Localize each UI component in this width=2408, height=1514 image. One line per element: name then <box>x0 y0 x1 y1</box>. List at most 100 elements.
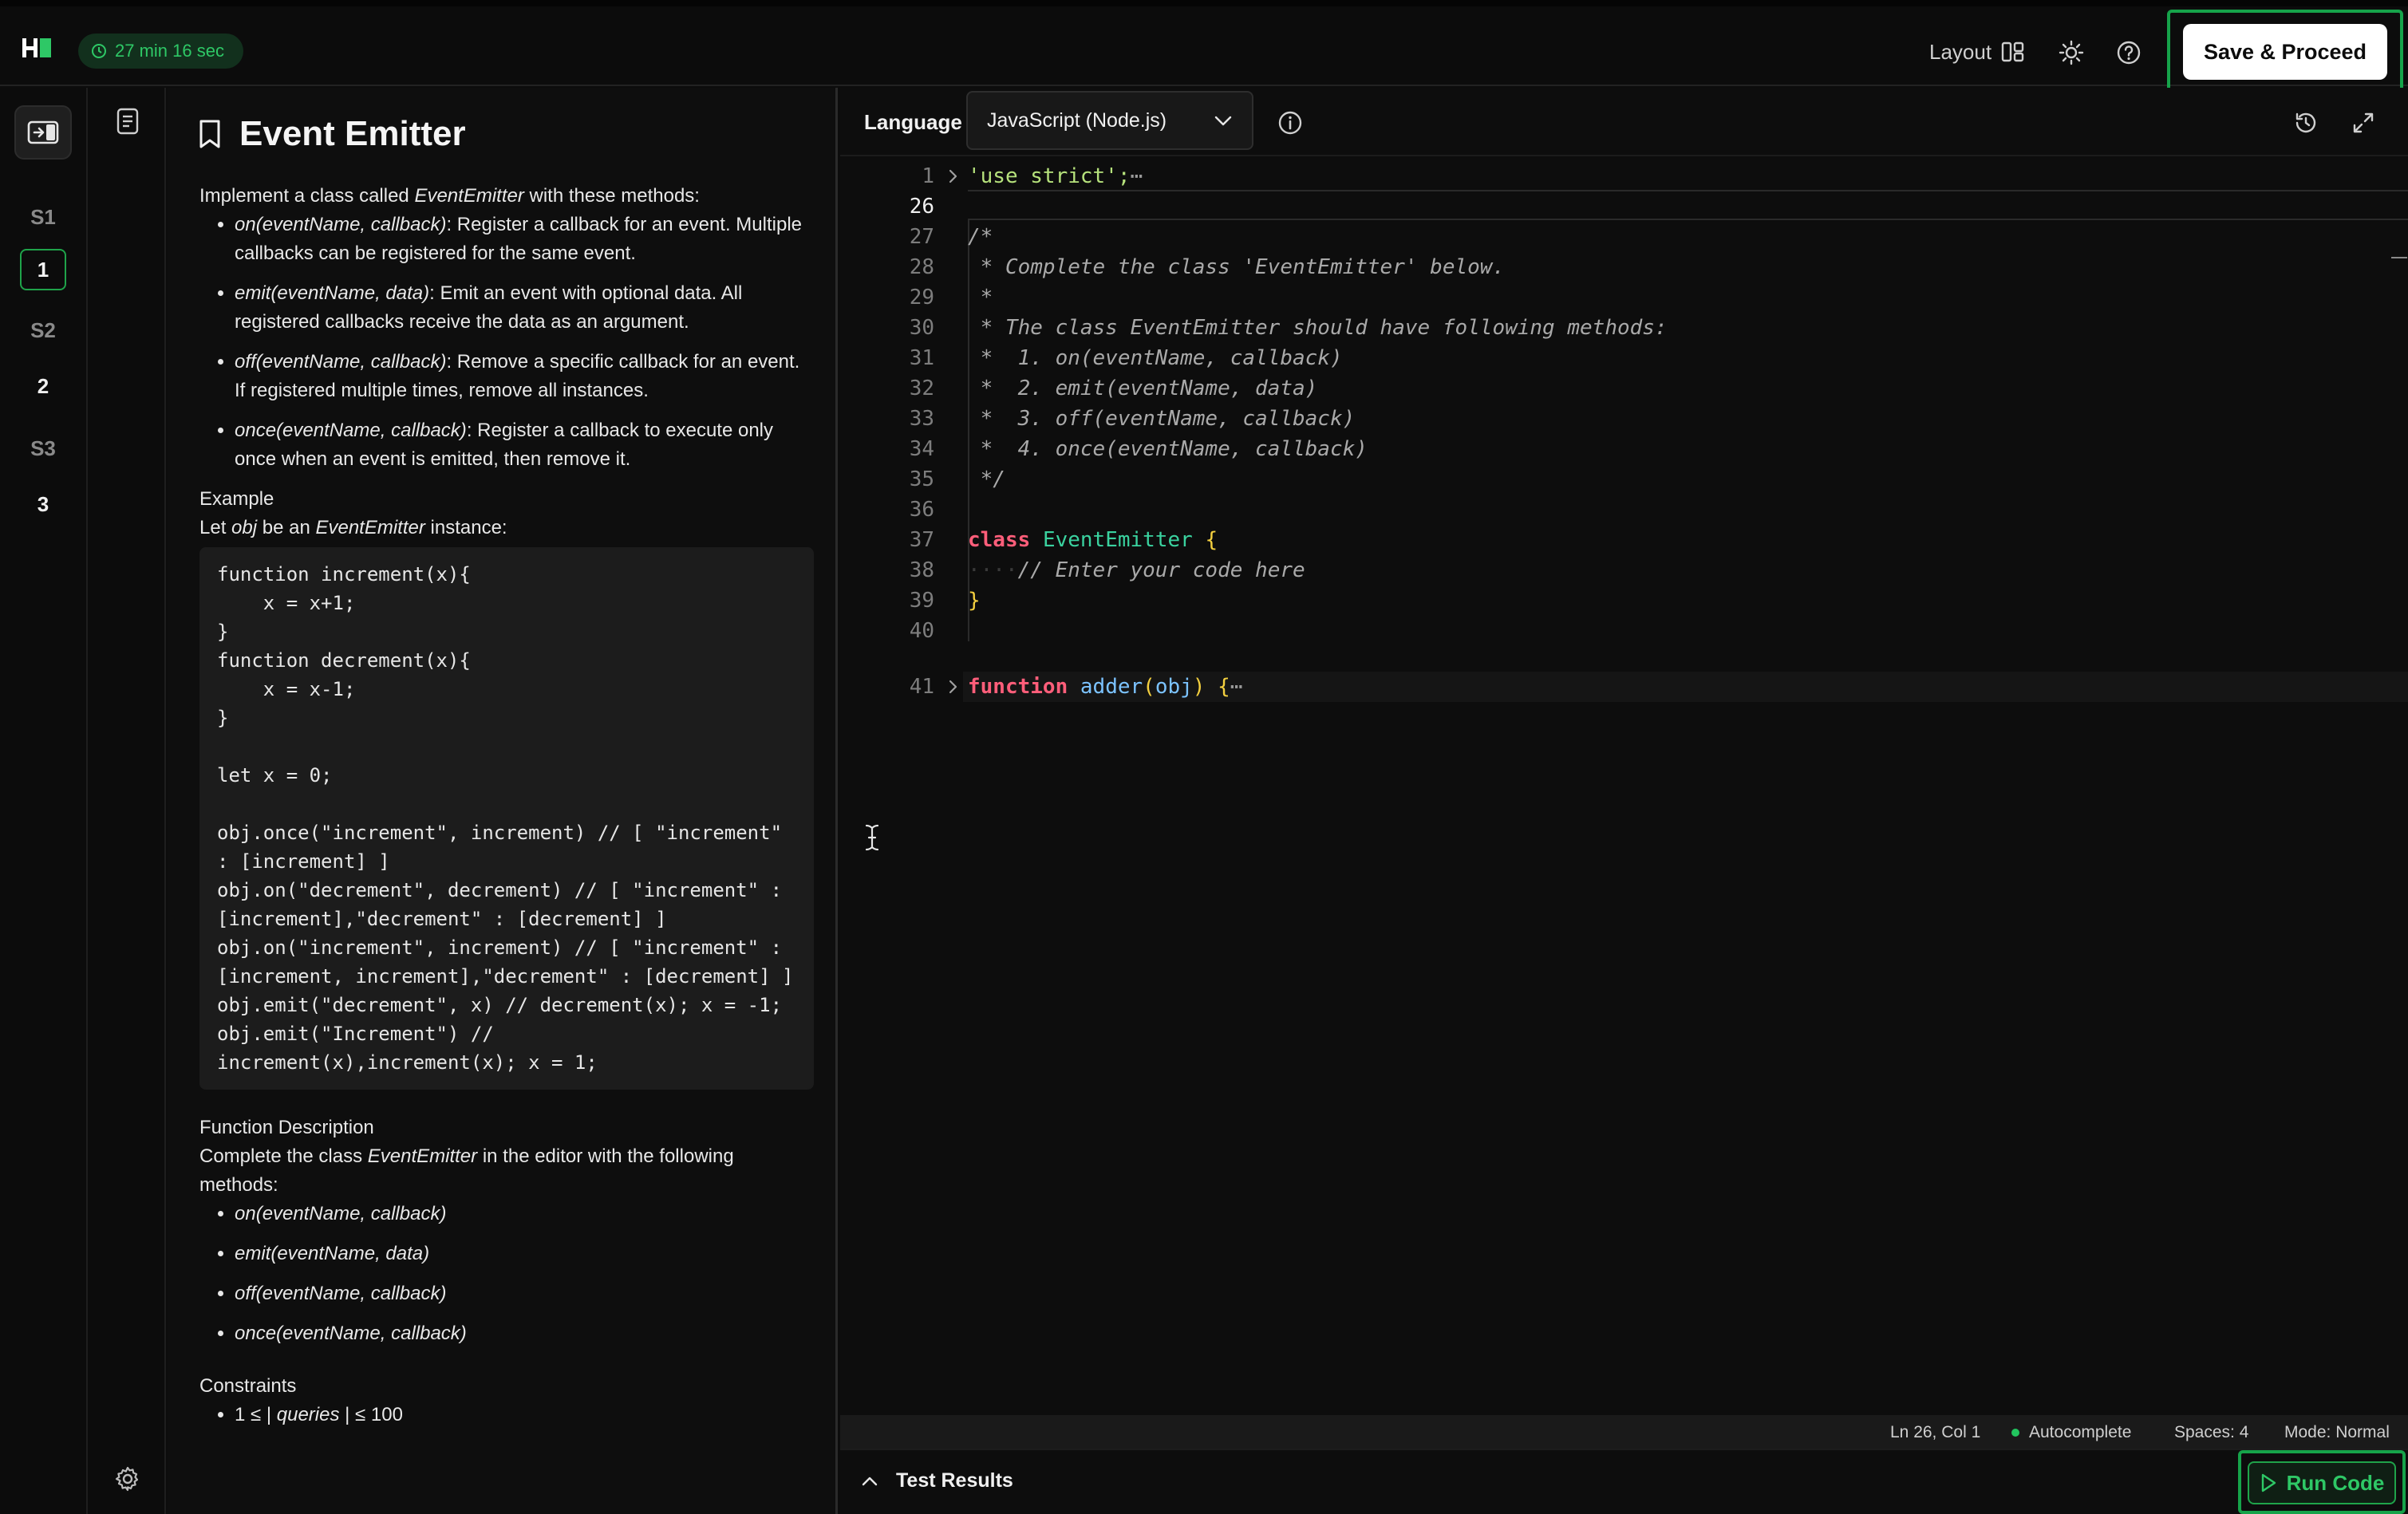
fd-method-item: emit(eventName, data) <box>235 1240 814 1268</box>
function-description-heading: Function Description <box>199 1117 374 1138</box>
help-icon[interactable] <box>2113 37 2145 69</box>
param-token: obj <box>1155 675 1193 699</box>
fold-ellipsis[interactable]: ⋯ <box>1131 164 1143 188</box>
save-and-proceed-button[interactable]: Save & Proceed <box>2183 24 2387 80</box>
logo[interactable] <box>19 32 56 64</box>
fullscreen-icon[interactable] <box>2347 107 2379 139</box>
code-line-33: * 3. off(eventName, callback) <box>968 407 1356 431</box>
theme-toggle-icon[interactable] <box>2055 37 2087 69</box>
line-number: 33 <box>909 407 934 431</box>
line-number: 29 <box>909 286 934 310</box>
code-line-37: class EventEmitter { <box>968 525 1218 555</box>
constraint-item: 1 ≤ | queries | ≤ 100 <box>235 1401 814 1429</box>
timer-text: 27 min 16 sec <box>115 41 224 61</box>
comment-token: // Enter your code here <box>1017 558 1305 582</box>
line-number: 35 <box>909 467 934 491</box>
code-area[interactable]: 1 26 27 28 29 30 31 32 33 34 35 36 37 38… <box>840 158 2408 1415</box>
timer-badge: 27 min 16 sec <box>78 34 243 69</box>
question-3[interactable]: 3 <box>20 483 66 525</box>
fold-chevron-icon[interactable] <box>944 672 963 702</box>
question-2[interactable]: 2 <box>20 365 66 407</box>
line-number: 40 <box>909 619 934 643</box>
method-signature: on(eventName, callback) <box>235 214 447 235</box>
editor-status-bar: Ln 26, Col 1 Autocomplete Spaces: 4 Mode… <box>840 1415 2408 1449</box>
reset-history-icon[interactable] <box>2290 107 2322 139</box>
fold-ellipsis[interactable]: ⋯ <box>1230 675 1243 699</box>
editor-mode[interactable]: Mode: Normal <box>2284 1423 2390 1442</box>
problem-title: Event Emitter <box>198 112 466 156</box>
problem-title-text: Event Emitter <box>239 114 466 153</box>
section-s3[interactable]: S3 <box>20 428 66 469</box>
code-line-34: * 4. once(eventName, callback) <box>968 437 1368 461</box>
code-line-32: * 2. emit(eventName, data) <box>968 377 1318 400</box>
constraint-post: | ≤ 100 <box>339 1404 403 1425</box>
run-code-label: Run Code <box>2286 1470 2385 1495</box>
settings-gear-icon[interactable] <box>110 1461 145 1496</box>
fd-method: off(eventName, callback) <box>235 1283 447 1304</box>
save-button-highlight: Save & Proceed <box>2167 10 2403 93</box>
top-bar: 27 min 16 sec Layout Save & Proceed <box>0 0 2408 93</box>
fd-method-item: once(eventName, callback) <box>235 1319 814 1348</box>
line-number: 30 <box>909 316 934 340</box>
intro-class: EventEmitter <box>414 185 524 207</box>
cursor-position[interactable]: Ln 26, Col 1 <box>1890 1423 1980 1442</box>
collapse-panel-icon[interactable] <box>14 105 72 160</box>
language-label: Language <box>864 110 962 134</box>
code-line-1: 'use strict';⋯ <box>968 161 1143 191</box>
line-number: 32 <box>909 377 934 400</box>
example-intro: Let obj be an EventEmitter instance: <box>199 514 814 542</box>
string-token: 'use strict'; <box>968 164 1131 188</box>
fd-method: emit(eventName, data) <box>235 1243 430 1264</box>
layout-icon <box>2001 41 2025 63</box>
method-item: once(eventName, callback): Register a ca… <box>235 416 814 474</box>
example-heading: Example <box>199 488 274 510</box>
code-line-31: * 1. on(eventName, callback) <box>968 346 1343 370</box>
example-obj: obj <box>231 517 258 538</box>
class-name-token: EventEmitter <box>1042 528 1193 552</box>
question-nav-rail: S1 1 S2 2 S3 3 <box>0 88 88 1514</box>
chevron-down-icon <box>1214 114 1233 127</box>
line-number: 39 <box>909 589 934 613</box>
example-post: instance: <box>424 517 507 538</box>
fd-class: EventEmitter <box>367 1145 478 1167</box>
problem-document-icon[interactable] <box>110 104 145 139</box>
language-select[interactable]: JavaScript (Node.js) <box>966 91 1253 150</box>
chevron-up-icon <box>861 1476 878 1487</box>
fd-methods-list: on(eventName, callback) emit(eventName, … <box>199 1200 814 1348</box>
constraints-heading: Constraints <box>199 1375 297 1397</box>
example-class: EventEmitter <box>315 517 425 538</box>
play-icon <box>2260 1473 2277 1493</box>
method-item: on(eventName, callback): Register a call… <box>235 211 814 268</box>
constraint-var: queries <box>271 1404 340 1425</box>
line-number: 31 <box>909 346 934 370</box>
question-1[interactable]: 1 <box>20 249 66 290</box>
section-s2[interactable]: S2 <box>20 310 66 351</box>
info-icon[interactable] <box>1274 107 1306 139</box>
method-signature: off(eventName, callback) <box>235 351 447 373</box>
bookmark-icon[interactable] <box>198 119 222 149</box>
keyword-token: class <box>968 528 1031 552</box>
autocomplete-toggle[interactable]: Autocomplete <box>2011 1423 2131 1442</box>
fd-method: once(eventName, callback) <box>235 1323 467 1344</box>
brace-token: { <box>1205 528 1218 552</box>
code-line-38: ····// Enter your code here <box>968 555 1305 585</box>
method-item: emit(eventName, data): Emit an event wit… <box>235 279 814 337</box>
indent-spaces[interactable]: Spaces: 4 <box>2174 1423 2248 1442</box>
test-results-label: Test Results <box>896 1469 1013 1492</box>
autocomplete-label: Autocomplete <box>2029 1423 2132 1441</box>
section-s1[interactable]: S1 <box>20 196 66 238</box>
line-number: 38 <box>909 558 934 582</box>
line-number: 36 <box>909 498 934 522</box>
test-results-bar: Test Results Run Code <box>840 1449 2408 1514</box>
logo-icon <box>22 38 51 57</box>
layout-button[interactable]: Layout <box>1929 34 2025 70</box>
test-results-toggle[interactable]: Test Results <box>861 1469 1013 1492</box>
fd-pre: Complete the class <box>199 1145 368 1167</box>
code-line-29: * <box>968 286 993 310</box>
run-code-button[interactable]: Run Code <box>2248 1461 2396 1504</box>
line-number: 37 <box>909 528 934 552</box>
text-cursor-icon <box>863 823 881 852</box>
example-mid: be an <box>257 517 316 538</box>
current-line-highlight <box>968 190 2408 220</box>
fold-chevron-icon[interactable] <box>944 161 963 191</box>
